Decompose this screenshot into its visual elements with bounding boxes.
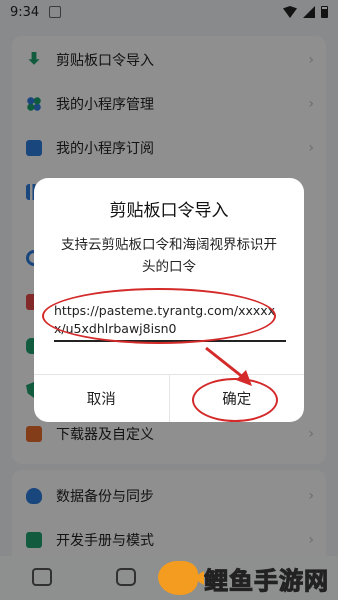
dialog-footer: 取消 确定 [34, 374, 304, 422]
watermark-logo: 鲤鱼手游网 [158, 558, 334, 598]
command-input[interactable]: https://pasteme.tyrantg.com/xxxxxx/u5xdh… [54, 302, 286, 342]
fish-logo-icon [158, 561, 198, 595]
clipboard-import-dialog: 剪贴板口令导入 支持云剪贴板口令和海阔视界标识开头的口令 https://pas… [34, 178, 304, 422]
watermark-brand: 鲤鱼手游网 [204, 566, 329, 595]
dialog-title: 剪贴板口令导入 [109, 201, 229, 221]
dialog-description: 支持云剪贴板口令和海阔视界标识开头的口令 [61, 237, 277, 275]
confirm-button[interactable]: 确定 [170, 375, 305, 422]
cancel-button[interactable]: 取消 [34, 375, 169, 422]
